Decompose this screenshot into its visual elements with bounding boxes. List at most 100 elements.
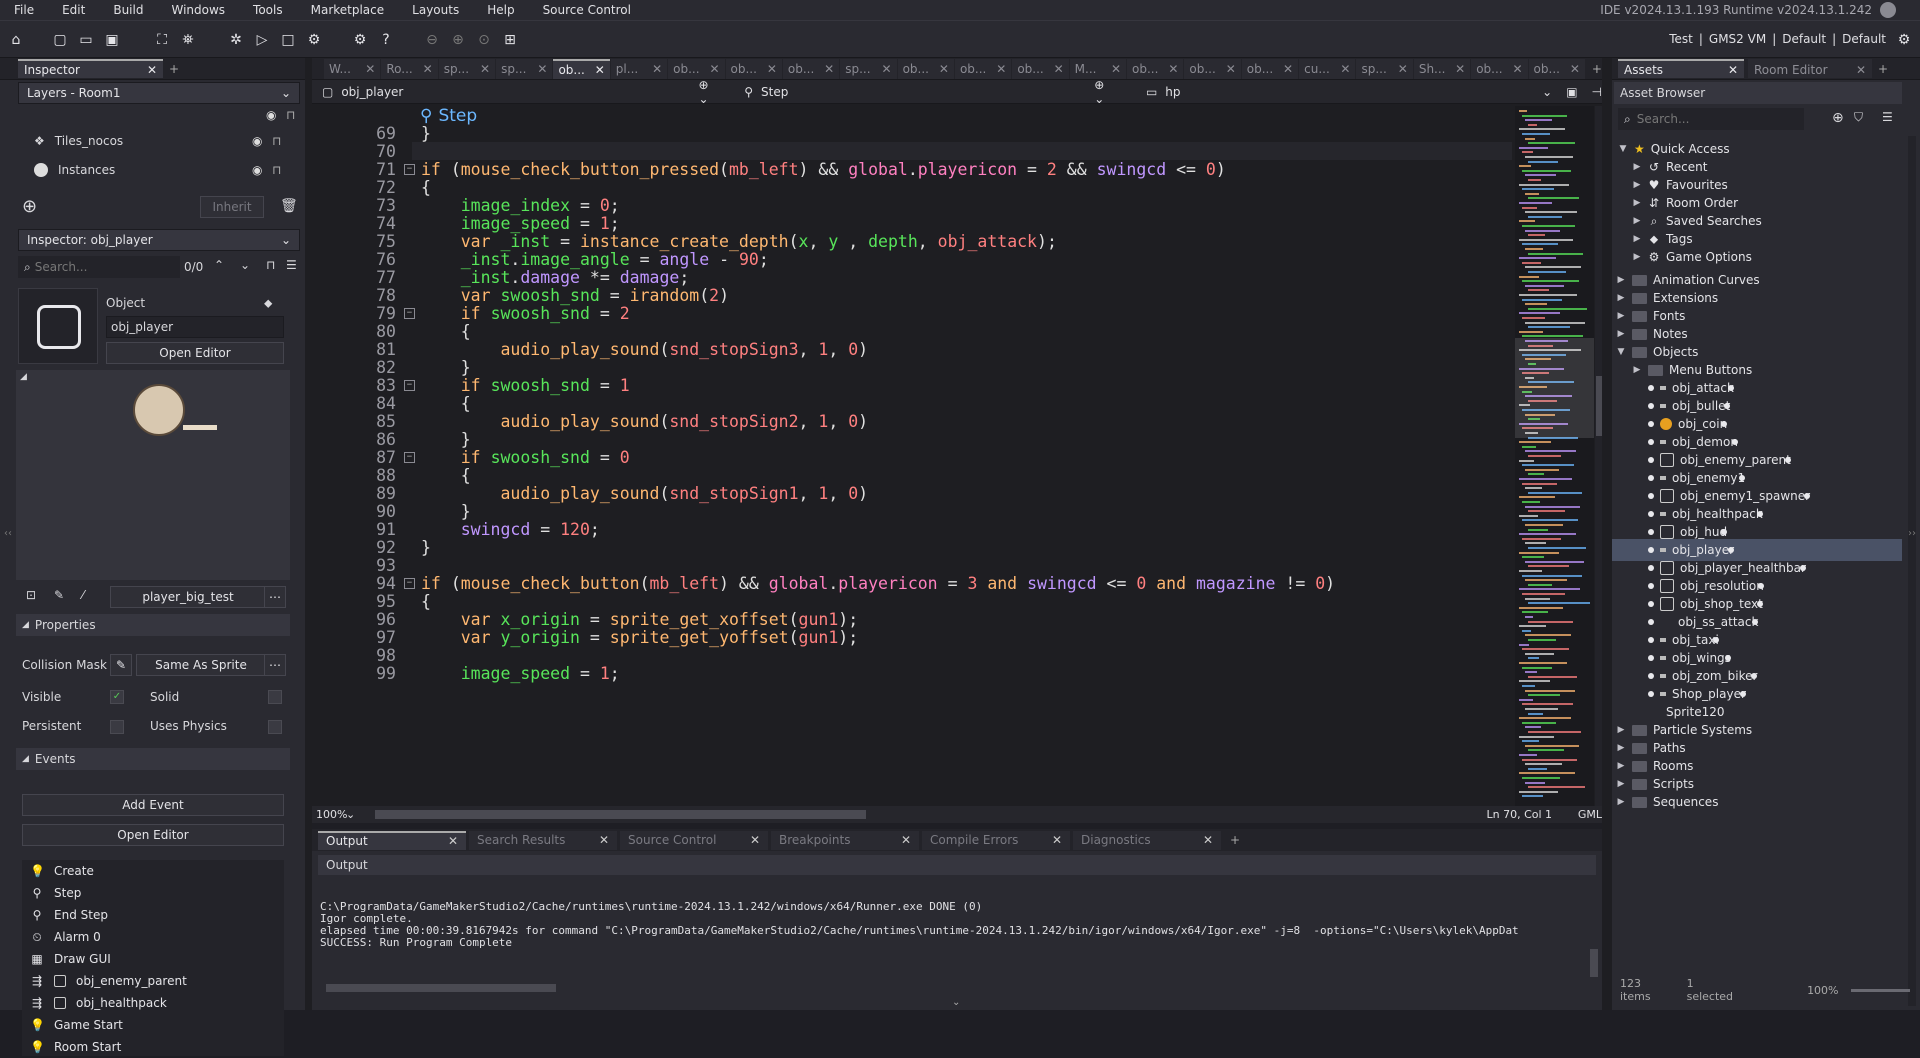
- close-icon[interactable]: ✕: [996, 62, 1006, 76]
- add-icon[interactable]: ⊕ ⌄: [1094, 78, 1118, 106]
- minimap[interactable]: [1515, 106, 1594, 806]
- close-icon[interactable]: ✕: [537, 62, 547, 76]
- stop-icon[interactable]: □: [278, 30, 298, 50]
- chevron-up-icon[interactable]: ⌃: [214, 258, 224, 272]
- solid-checkbox[interactable]: [268, 690, 282, 704]
- persistent-checkbox[interactable]: [110, 720, 124, 734]
- fold-icon[interactable]: −: [404, 578, 415, 589]
- close-icon[interactable]: ✕: [365, 62, 375, 76]
- chevron-right-icon[interactable]: ▶: [1616, 293, 1626, 303]
- add-tab-icon[interactable]: +: [1878, 62, 1888, 76]
- tab-inspector[interactable]: Inspector ✕: [18, 59, 163, 78]
- add-icon[interactable]: ⊕ ⌄: [699, 78, 723, 106]
- edit-sprite-icon[interactable]: ✎: [54, 588, 64, 602]
- chevron-right-icon[interactable]: ▶: [1632, 252, 1642, 262]
- eye-icon[interactable]: ◉: [252, 134, 262, 148]
- doc-tab[interactable]: ob... ✕: [1471, 58, 1528, 79]
- close-icon[interactable]: ✕: [448, 834, 458, 848]
- close-icon[interactable]: ✕: [652, 62, 662, 76]
- zoom-slider[interactable]: [1850, 988, 1910, 992]
- doc-tab[interactable]: ob... ✕: [553, 58, 610, 79]
- menu-build[interactable]: Build: [99, 3, 157, 17]
- close-icon[interactable]: ✕: [423, 62, 433, 76]
- doc-tab[interactable]: ob... ✕: [1184, 58, 1241, 79]
- collision-edit-icon[interactable]: ✎: [110, 654, 132, 676]
- open-editor-events-button[interactable]: Open Editor: [22, 824, 284, 846]
- chevron-right-icon[interactable]: ▶: [1632, 234, 1642, 244]
- close-icon[interactable]: ✕: [1052, 833, 1062, 847]
- chevron-down-icon[interactable]: ▼: [1618, 144, 1628, 154]
- folder-sequences[interactable]: ▶ Sequences: [1612, 791, 1902, 813]
- doc-tab[interactable]: Ro... ✕: [381, 58, 438, 79]
- close-icon[interactable]: ✕: [824, 62, 834, 76]
- output-text[interactable]: C:\ProgramData/GameMakerStudio2/Cache/ru…: [320, 901, 1519, 949]
- asset-vscroll[interactable]: [1908, 136, 1916, 1006]
- output-tab[interactable]: Breakpoints ✕: [771, 830, 919, 850]
- layout-icon[interactable]: ⊞: [500, 30, 520, 50]
- close-icon[interactable]: ✕: [1455, 62, 1465, 76]
- variable-selector[interactable]: hp: [1165, 85, 1542, 99]
- event-item[interactable]: ⚲ End Step: [22, 904, 284, 926]
- chevron-right-icon[interactable]: ▶: [1632, 365, 1642, 375]
- asset-search-input[interactable]: ⌕ Search...: [1618, 108, 1804, 130]
- chevron-right-icon[interactable]: ▶: [1616, 329, 1626, 339]
- chevron-down-icon[interactable]: ⌄: [346, 808, 355, 821]
- sprite-selector[interactable]: player_big_test: [110, 586, 266, 608]
- event-selector[interactable]: Step: [761, 85, 1094, 99]
- close-icon[interactable]: ✕: [1111, 62, 1121, 76]
- output-hscroll[interactable]: [326, 984, 556, 992]
- doc-tab[interactable]: ob... ✕: [725, 58, 782, 79]
- eye-icon[interactable]: ◉: [266, 108, 276, 122]
- fold-icon[interactable]: −: [404, 452, 415, 463]
- new-project-icon[interactable]: ▢: [50, 30, 70, 50]
- close-icon[interactable]: ✕: [1512, 62, 1522, 76]
- layers-dropdown[interactable]: Layers - Room1 ⌄: [18, 82, 300, 104]
- chevron-right-icon[interactable]: ▶: [1632, 180, 1642, 190]
- zoom-out-icon[interactable]: ⊖: [422, 30, 442, 50]
- help-icon[interactable]: ?: [376, 30, 396, 50]
- zoom-level[interactable]: 100%: [316, 808, 347, 821]
- inherit-button[interactable]: Inherit: [200, 196, 264, 218]
- menu-file[interactable]: File: [0, 3, 48, 17]
- menu-source-control[interactable]: Source Control: [529, 3, 645, 17]
- close-icon[interactable]: ✕: [147, 63, 157, 77]
- target-settings-icon[interactable]: ⚙: [1894, 30, 1914, 50]
- tab-room-editor[interactable]: Room Editor ✕: [1748, 59, 1872, 78]
- clean-icon[interactable]: ⚙: [304, 30, 324, 50]
- close-icon[interactable]: ✕: [767, 62, 777, 76]
- chevron-down-icon[interactable]: ▼: [1616, 347, 1626, 357]
- close-icon[interactable]: ✕: [595, 63, 605, 77]
- visible-checkbox[interactable]: ✓: [110, 690, 124, 704]
- event-item[interactable]: ▦ Draw GUI: [22, 948, 284, 970]
- output-tab[interactable]: Output ✕: [318, 830, 466, 850]
- doc-tab[interactable]: ob... ✕: [668, 58, 725, 79]
- close-icon[interactable]: ✕: [1283, 62, 1293, 76]
- doc-tab[interactable]: ob... ✕: [1127, 58, 1184, 79]
- close-icon[interactable]: ✕: [1570, 62, 1580, 76]
- doc-tab[interactable]: ob... ✕: [782, 58, 840, 79]
- close-icon[interactable]: ✕: [599, 833, 609, 847]
- add-layer-icon[interactable]: ⊕: [22, 196, 37, 217]
- new-sprite-icon[interactable]: ⊡: [26, 588, 36, 602]
- maximize-icon[interactable]: ▣: [1566, 85, 1577, 99]
- doc-tab[interactable]: ob... ✕: [954, 58, 1012, 79]
- chevron-right-icon[interactable]: ▶: [1616, 725, 1626, 735]
- lock-icon[interactable]: ⊓: [266, 258, 275, 272]
- chevron-right-icon[interactable]: ▶: [1616, 743, 1626, 753]
- fold-icon[interactable]: −: [404, 308, 415, 319]
- brush-icon[interactable]: ⁄: [82, 588, 84, 602]
- home-icon[interactable]: ⌂: [6, 30, 26, 50]
- inspector-object-dropdown[interactable]: Inspector: obj_player ⌄: [18, 229, 300, 251]
- open-project-icon[interactable]: ▭: [76, 30, 96, 50]
- lock-icon[interactable]: ⊓: [272, 134, 281, 148]
- chevron-right-icon[interactable]: ▶: [1616, 779, 1626, 789]
- output-tab[interactable]: Compile Errors ✕: [922, 830, 1070, 850]
- menu-icon[interactable]: ☰: [286, 258, 297, 272]
- doc-tab[interactable]: sp... ✕: [1356, 58, 1413, 79]
- save-icon[interactable]: ▣: [102, 30, 122, 50]
- chevron-down-icon[interactable]: ⌄: [240, 258, 250, 272]
- doc-tab[interactable]: sp... ✕: [438, 58, 496, 79]
- doc-tab[interactable]: sp... ✕: [840, 58, 897, 79]
- close-icon[interactable]: ✕: [1054, 62, 1064, 76]
- event-item[interactable]: ⇶ obj_enemy_parent: [22, 970, 284, 992]
